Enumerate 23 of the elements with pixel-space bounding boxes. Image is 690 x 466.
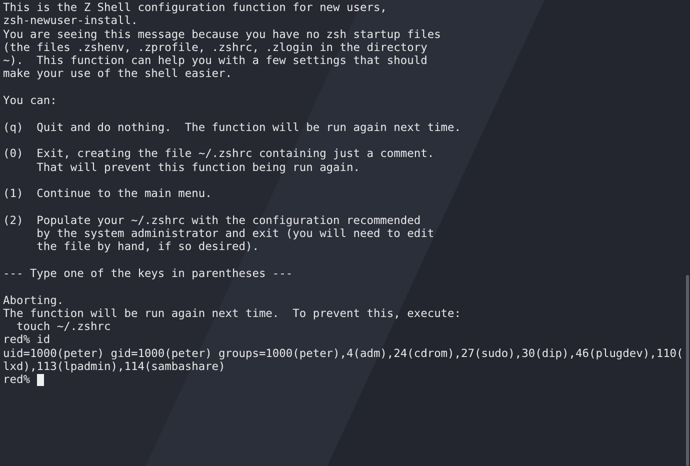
- terminal-line: by the system administrator and exit (you will need to edit: [36, 227, 434, 240]
- terminal-line: (1) Continue to the main menu.: [3, 187, 212, 200]
- terminal-line: the file by hand, if so desired).: [36, 240, 259, 254]
- terminal-line: (2) Populate your ~/.zshrc with the configuration recommended: [3, 214, 421, 228]
- scrollbar-thumb[interactable]: [686, 275, 689, 466]
- terminal-line: (the files .zshenv, .zprofile, .zshrc, .zlogin in the directory: [3, 40, 428, 54]
- terminal-line: uid=1000(peter) gid=1000(peter) groups=1000(peter),4(adm),24(cdrom),27(sudo),30(dip),46(plugdev),110(: [3, 346, 684, 360]
- terminal-line: ~). This function can help you with a few settings that should: [3, 54, 428, 68]
- terminal-line: (0) Exit, creating the file ~/.zshrc containing just a comment.: [3, 147, 434, 161]
- terminal-line: --- Type one of the keys in parentheses ---: [3, 266, 293, 280]
- terminal-line: touch ~/.zshrc: [15, 320, 111, 334]
- terminal-line: lxd),113(lpadmin),114(sambashare): [3, 360, 226, 374]
- terminal-line: You are seeing this message because you have no zsh startup files: [3, 28, 441, 41]
- terminal-line: That will prevent this function being run again.: [36, 160, 360, 174]
- terminal-line: The function will be run again next time. To prevent this, execute:: [3, 306, 462, 320]
- terminal-line: red% id: [3, 333, 50, 347]
- terminal-line: (q) Quit and do nothing. The function will be run again next time.: [3, 120, 462, 134]
- terminal-line: Aborting.: [3, 294, 64, 307]
- terminal-line: make your use of the shell easier.: [3, 67, 232, 81]
- terminal-line: This is the Z Shell configuration function for new users,: [3, 1, 387, 14]
- shell-prompt: red%: [3, 373, 31, 387]
- terminal-line: zsh-newuser-install.: [3, 14, 138, 28]
- terminal-line: You can:: [3, 94, 57, 108]
